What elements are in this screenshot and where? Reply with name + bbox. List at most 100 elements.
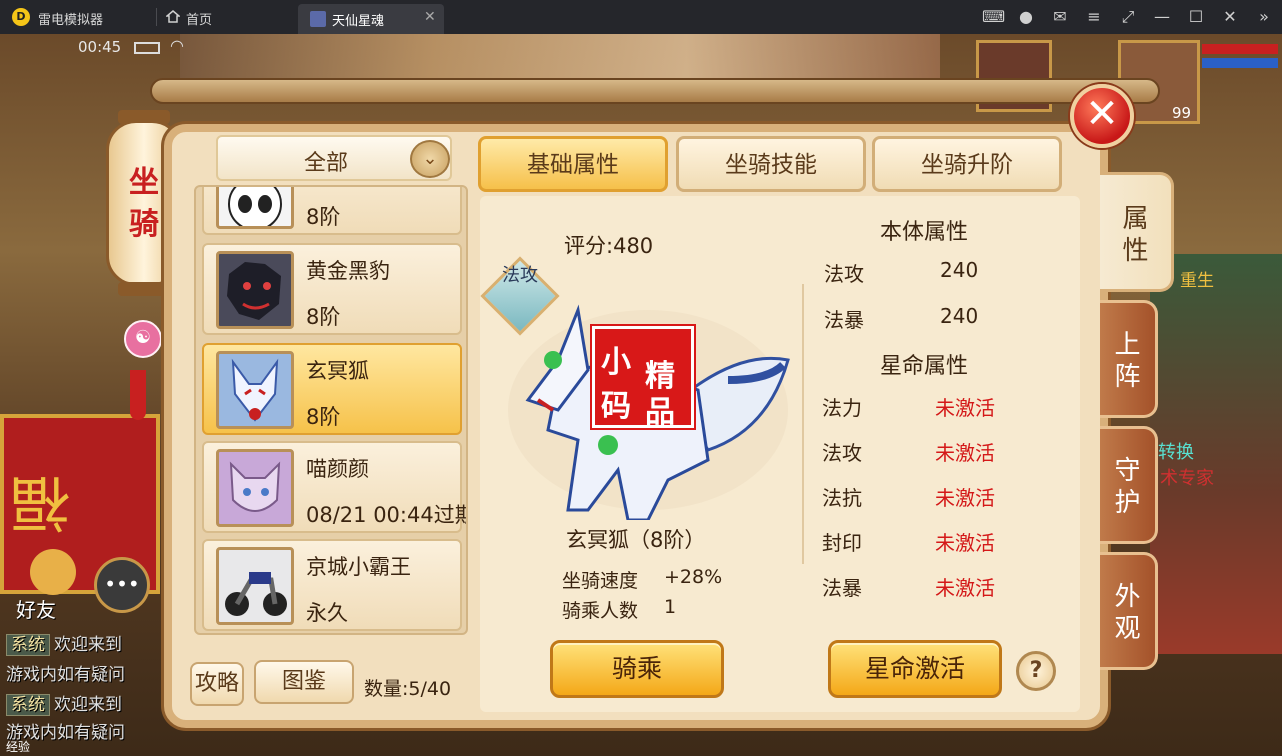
menu-icon[interactable]: ≡: [1084, 7, 1104, 26]
player-level: 99: [1172, 104, 1192, 122]
side-tab-attributes[interactable]: 属性: [1100, 172, 1174, 292]
star-attr-name: 法抗: [822, 486, 862, 510]
tab-close-icon[interactable]: ✕: [424, 9, 436, 25]
base-attr-value: 240: [940, 258, 979, 282]
account-icon[interactable]: ●: [1016, 7, 1036, 26]
titlebar-divider: [156, 8, 157, 26]
lantern-cap-bottom: [118, 282, 170, 296]
chat-text: 欢迎来到: [54, 635, 122, 655]
maximize-icon[interactable]: ☐: [1186, 7, 1206, 26]
help-icon[interactable]: ?: [1016, 651, 1056, 691]
gamepad-icon[interactable]: ⌨: [982, 7, 1005, 26]
chat-bubble-icon[interactable]: •••: [94, 557, 150, 613]
player-mp-bar: [1202, 58, 1278, 68]
black-panther-icon: [216, 251, 294, 329]
ride-button[interactable]: 骑乘: [550, 640, 724, 698]
mount-duration: 永久: [306, 601, 348, 625]
panel-title: 坐骑: [129, 165, 159, 242]
watermark-stamp: 小 精 码 品: [590, 324, 696, 430]
riders-label: 骑乘人数: [562, 600, 639, 622]
game-tab-icon: [310, 11, 326, 27]
star-attr-status: 未激活: [935, 486, 995, 510]
mount-list-item[interactable]: 黄金黑豹 8阶: [202, 243, 462, 335]
mount-tier: 8阶: [306, 305, 341, 329]
star-attr-status: 未激活: [935, 441, 995, 465]
home-icon[interactable]: [166, 10, 180, 23]
game-tab-label: 天仙星魂: [332, 14, 385, 29]
mount-name: 玄冥狐: [306, 359, 369, 383]
home-tab[interactable]: 首页: [186, 9, 212, 28]
tab-mount-upgrade[interactable]: 坐骑升阶: [872, 136, 1062, 192]
panel-close-button[interactable]: ✕: [1070, 84, 1134, 148]
base-attr-name: 法暴: [824, 308, 864, 332]
mount-list[interactable]: 8阶 黄金黑豹 8阶 玄冥狐 8阶 喵颜颜 08/21 00:44过期 京城小霸…: [194, 185, 468, 635]
close-icon[interactable]: ✕: [1220, 7, 1240, 26]
base-attr-value: 240: [940, 304, 979, 328]
status-clock: 00:45: [78, 38, 122, 56]
battery-icon: [134, 42, 160, 54]
mount-list-item[interactable]: 8阶: [202, 187, 462, 235]
lantern-knot-icon: ☯: [124, 320, 162, 358]
scene-npc-label-convert: 转换: [1158, 442, 1194, 463]
chat-tag: 系统: [6, 694, 50, 716]
atlas-button[interactable]: 图鉴: [254, 660, 354, 704]
mount-list-item-selected[interactable]: 玄冥狐 8阶: [202, 343, 462, 435]
wifi-icon: ◠: [170, 36, 184, 55]
type-badge-label: 法攻: [502, 265, 538, 286]
tab-basic-attributes[interactable]: 基础属性: [478, 136, 668, 192]
star-attr-name: 封印: [822, 531, 862, 555]
detail-divider: [802, 284, 804, 564]
mount-filter-dropdown[interactable]: 全部 ⌄: [216, 135, 452, 181]
mount-expiry: 08/21 00:44过期: [306, 503, 468, 527]
cat-icon: [216, 449, 294, 527]
friend-label[interactable]: 好友: [16, 594, 56, 623]
mail-icon[interactable]: ✉: [1050, 7, 1070, 26]
mount-name: 京城小霸王: [306, 555, 411, 579]
activate-star-button[interactable]: 星命激活: [828, 640, 1002, 698]
chat-text: 欢迎来到: [54, 695, 122, 715]
star-attr-name: 法暴: [822, 576, 862, 600]
scene-npc-label-rebirth: 重生: [1180, 271, 1214, 291]
mount-detail-name: 玄冥狐（8阶）: [566, 528, 706, 552]
star-attr-name: 法力: [822, 396, 862, 420]
chat-line: 系统 欢迎来到: [6, 630, 122, 656]
side-tab-deploy[interactable]: 上阵: [1100, 300, 1158, 418]
star-attributes-title: 星命属性: [879, 354, 968, 379]
tab-mount-skills[interactable]: 坐骑技能: [676, 136, 866, 192]
motorbike-icon: [216, 547, 294, 625]
star-attr-status: 未激活: [935, 531, 995, 555]
minimize-icon[interactable]: —: [1152, 7, 1172, 26]
mount-count: 数量:5/40: [364, 678, 452, 700]
base-attributes-title: 本体属性: [879, 220, 968, 245]
speed-label: 坐骑速度: [562, 570, 639, 592]
star-attr-status: 未激活: [935, 396, 995, 420]
riders-value: 1: [664, 596, 677, 618]
mount-score: 评分:480: [564, 234, 654, 258]
resize-icon[interactable]: ⤢: [1118, 7, 1138, 27]
exp-label: 经验: [6, 740, 31, 754]
mount-list-item[interactable]: 喵颜颜 08/21 00:44过期: [202, 441, 466, 533]
side-tab-appearance[interactable]: 外观: [1100, 552, 1158, 670]
lantern-tassel: [130, 370, 146, 420]
panda-icon: [216, 187, 294, 229]
player-hp-bar: [1202, 44, 1278, 54]
mount-tier: 8阶: [306, 405, 341, 429]
emulator-app-name: 雷电模拟器: [38, 13, 104, 28]
chat-tag: 系统: [6, 634, 50, 656]
panel-scroll-rod: [150, 78, 1160, 104]
speed-value: +28%: [664, 566, 723, 588]
fox-icon: [216, 351, 294, 429]
emulator-titlebar: D 雷电模拟器 首页 天仙星魂 ✕ ⌨ ● ✉ ≡ ⤢ — ☐ ✕ »: [0, 0, 1282, 34]
friend-icon[interactable]: [30, 549, 76, 595]
mount-list-item[interactable]: 京城小霸王 永久: [202, 539, 462, 631]
emulator-logo-icon: D: [12, 8, 30, 26]
collapse-icon[interactable]: »: [1254, 7, 1274, 26]
chat-line: 游戏内如有疑问: [6, 660, 125, 685]
chat-text: 游戏内如有疑问: [6, 665, 125, 685]
scene-npc-label-expert: 术专家: [1160, 468, 1214, 489]
star-attr-name: 法攻: [822, 441, 862, 465]
game-tab[interactable]: 天仙星魂 ✕: [298, 4, 444, 34]
side-tab-guard[interactable]: 守护: [1100, 426, 1158, 544]
chevron-down-icon[interactable]: ⌄: [410, 140, 450, 178]
guide-button[interactable]: 攻略: [190, 662, 244, 706]
